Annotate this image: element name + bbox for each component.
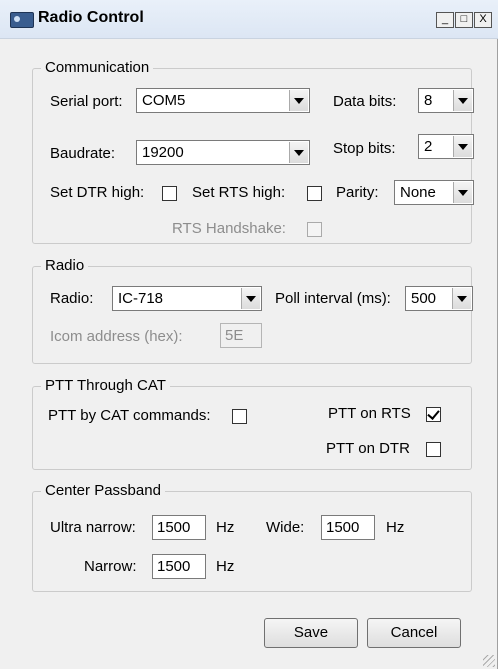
communication-legend: Communication [41,59,154,76]
narrow-value: 1500 [157,558,191,575]
wide-label: Wide: [266,519,305,536]
serial-port-value: COM5 [142,92,186,109]
ptt-dtr-label: PTT on DTR [326,440,410,457]
set-dtr-checkbox[interactable] [162,186,177,201]
ptt-legend: PTT Through CAT [41,377,170,394]
save-button[interactable]: Save [264,618,358,648]
ultra-narrow-value: 1500 [157,519,191,536]
chevron-down-icon[interactable] [453,136,472,157]
radio-app-icon [10,12,34,28]
icom-address-value: 5E [225,327,244,344]
window-title: Radio Control [38,9,144,26]
parity-label: Parity: [336,184,379,201]
poll-interval-select[interactable]: 500 [405,286,473,311]
stop-bits-select[interactable]: 2 [418,134,474,159]
poll-interval-label: Poll interval (ms): [275,290,391,307]
ptt-cat-checkbox[interactable] [232,409,247,424]
stop-bits-label: Stop bits: [333,140,396,157]
radio-control-window: Radio Control _ □ X Communication Serial… [0,0,498,669]
narrow-input[interactable]: 1500 [152,554,206,579]
ptt-dtr-checkbox[interactable] [426,442,441,457]
data-bits-value: 8 [424,92,433,109]
ultra-narrow-input[interactable]: 1500 [152,515,206,540]
ptt-rts-label: PTT on RTS [328,405,411,422]
ptt-rts-checkbox[interactable] [426,407,441,422]
chevron-down-icon[interactable] [289,142,308,163]
narrow-label: Narrow: [84,558,137,575]
radio-model-value: IC-718 [118,290,164,307]
chevron-down-icon[interactable] [453,182,472,203]
baudrate-label: Baudrate: [50,145,116,162]
icom-address-input[interactable]: 5E [220,323,262,348]
parity-select[interactable]: None [394,180,474,205]
baudrate-select[interactable]: 19200 [136,140,310,165]
serial-port-label: Serial port: [50,93,123,110]
cancel-button[interactable]: Cancel [367,618,461,648]
ptt-group: PTT Through CAT [32,377,472,470]
radio-label: Radio: [50,290,94,307]
icom-address-label: Icom address (hex): [50,328,183,345]
narrow-unit: Hz [216,558,235,575]
rts-handshake-label: RTS Handshake: [172,220,286,237]
set-dtr-label: Set DTR high: [50,184,145,201]
title-bar: Radio Control _ □ X [0,0,498,39]
ultra-narrow-label: Ultra narrow: [50,519,136,536]
set-rts-checkbox[interactable] [307,186,322,201]
data-bits-label: Data bits: [333,93,397,110]
poll-interval-value: 500 [411,290,437,307]
ptt-cat-label: PTT by CAT commands: [48,407,211,424]
data-bits-select[interactable]: 8 [418,88,474,113]
resize-grip[interactable] [483,655,495,667]
serial-port-select[interactable]: COM5 [136,88,310,113]
center-passband-group: Center Passband [32,482,472,592]
radio-model-select[interactable]: IC-718 [112,286,262,311]
close-button[interactable]: X [474,12,492,28]
chevron-down-icon[interactable] [452,288,471,309]
radio-group: Radio [32,257,472,364]
chevron-down-icon[interactable] [241,288,260,309]
chevron-down-icon[interactable] [289,90,308,111]
wide-value: 1500 [326,519,360,536]
stop-bits-value: 2 [424,138,433,155]
center-passband-legend: Center Passband [41,482,165,499]
maximize-button[interactable]: □ [455,12,473,28]
chevron-down-icon[interactable] [453,90,472,111]
baudrate-value: 19200 [142,144,184,161]
radio-legend: Radio [41,257,89,274]
minimize-button[interactable]: _ [436,12,454,28]
set-rts-label: Set RTS high: [192,184,286,201]
wide-unit: Hz [386,519,405,536]
wide-input[interactable]: 1500 [321,515,375,540]
rts-handshake-checkbox[interactable] [307,222,322,237]
ultra-narrow-unit: Hz [216,519,235,536]
parity-value: None [400,184,436,201]
